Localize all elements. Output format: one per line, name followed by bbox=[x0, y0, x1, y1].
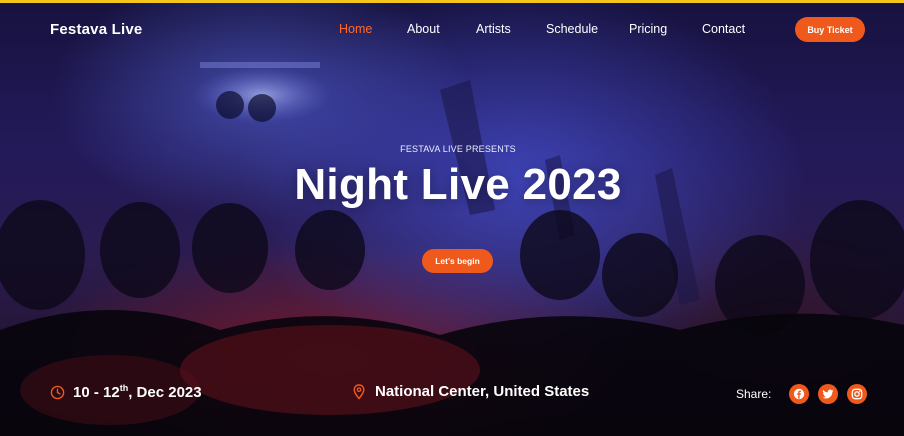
location-text: National Center, United States bbox=[375, 383, 590, 400]
nav-about[interactable]: About bbox=[407, 22, 440, 36]
clock-icon bbox=[50, 385, 65, 399]
twitter-icon[interactable] bbox=[818, 384, 839, 404]
date-ordinal: th bbox=[119, 383, 129, 393]
event-date-text: 10 - 12th, Dec 2023 bbox=[73, 383, 202, 401]
hero-title: Night Live 2023 bbox=[294, 160, 622, 209]
share-label: Share: bbox=[736, 387, 772, 401]
share-bar: Share: bbox=[736, 384, 868, 404]
hero-page: Festava Live Home About Artists Schedule… bbox=[0, 0, 904, 436]
crowd-background-image bbox=[0, 62, 904, 436]
nav-home[interactable]: Home bbox=[339, 22, 372, 36]
nav-schedule[interactable]: Schedule bbox=[546, 22, 598, 36]
hero-eyebrow: FESTAVA LIVE PRESENTS bbox=[400, 144, 516, 154]
date-start: 10 - 12 bbox=[73, 384, 120, 401]
event-date: 10 - 12th, Dec 2023 bbox=[50, 383, 202, 401]
facebook-icon[interactable] bbox=[789, 384, 810, 404]
date-end: , Dec 2023 bbox=[128, 384, 202, 401]
instagram-icon[interactable] bbox=[847, 384, 868, 404]
buy-ticket-button[interactable]: Buy Ticket bbox=[795, 17, 865, 42]
event-location: National Center, United States bbox=[353, 383, 589, 400]
nav-pricing[interactable]: Pricing bbox=[629, 22, 667, 36]
nav-contact[interactable]: Contact bbox=[702, 22, 745, 36]
main-nav: Home About Artists Schedule Pricing Cont… bbox=[0, 22, 904, 38]
nav-artists[interactable]: Artists bbox=[476, 22, 511, 36]
lets-begin-button[interactable]: Let's begin bbox=[422, 249, 493, 273]
map-pin-icon bbox=[353, 383, 365, 400]
